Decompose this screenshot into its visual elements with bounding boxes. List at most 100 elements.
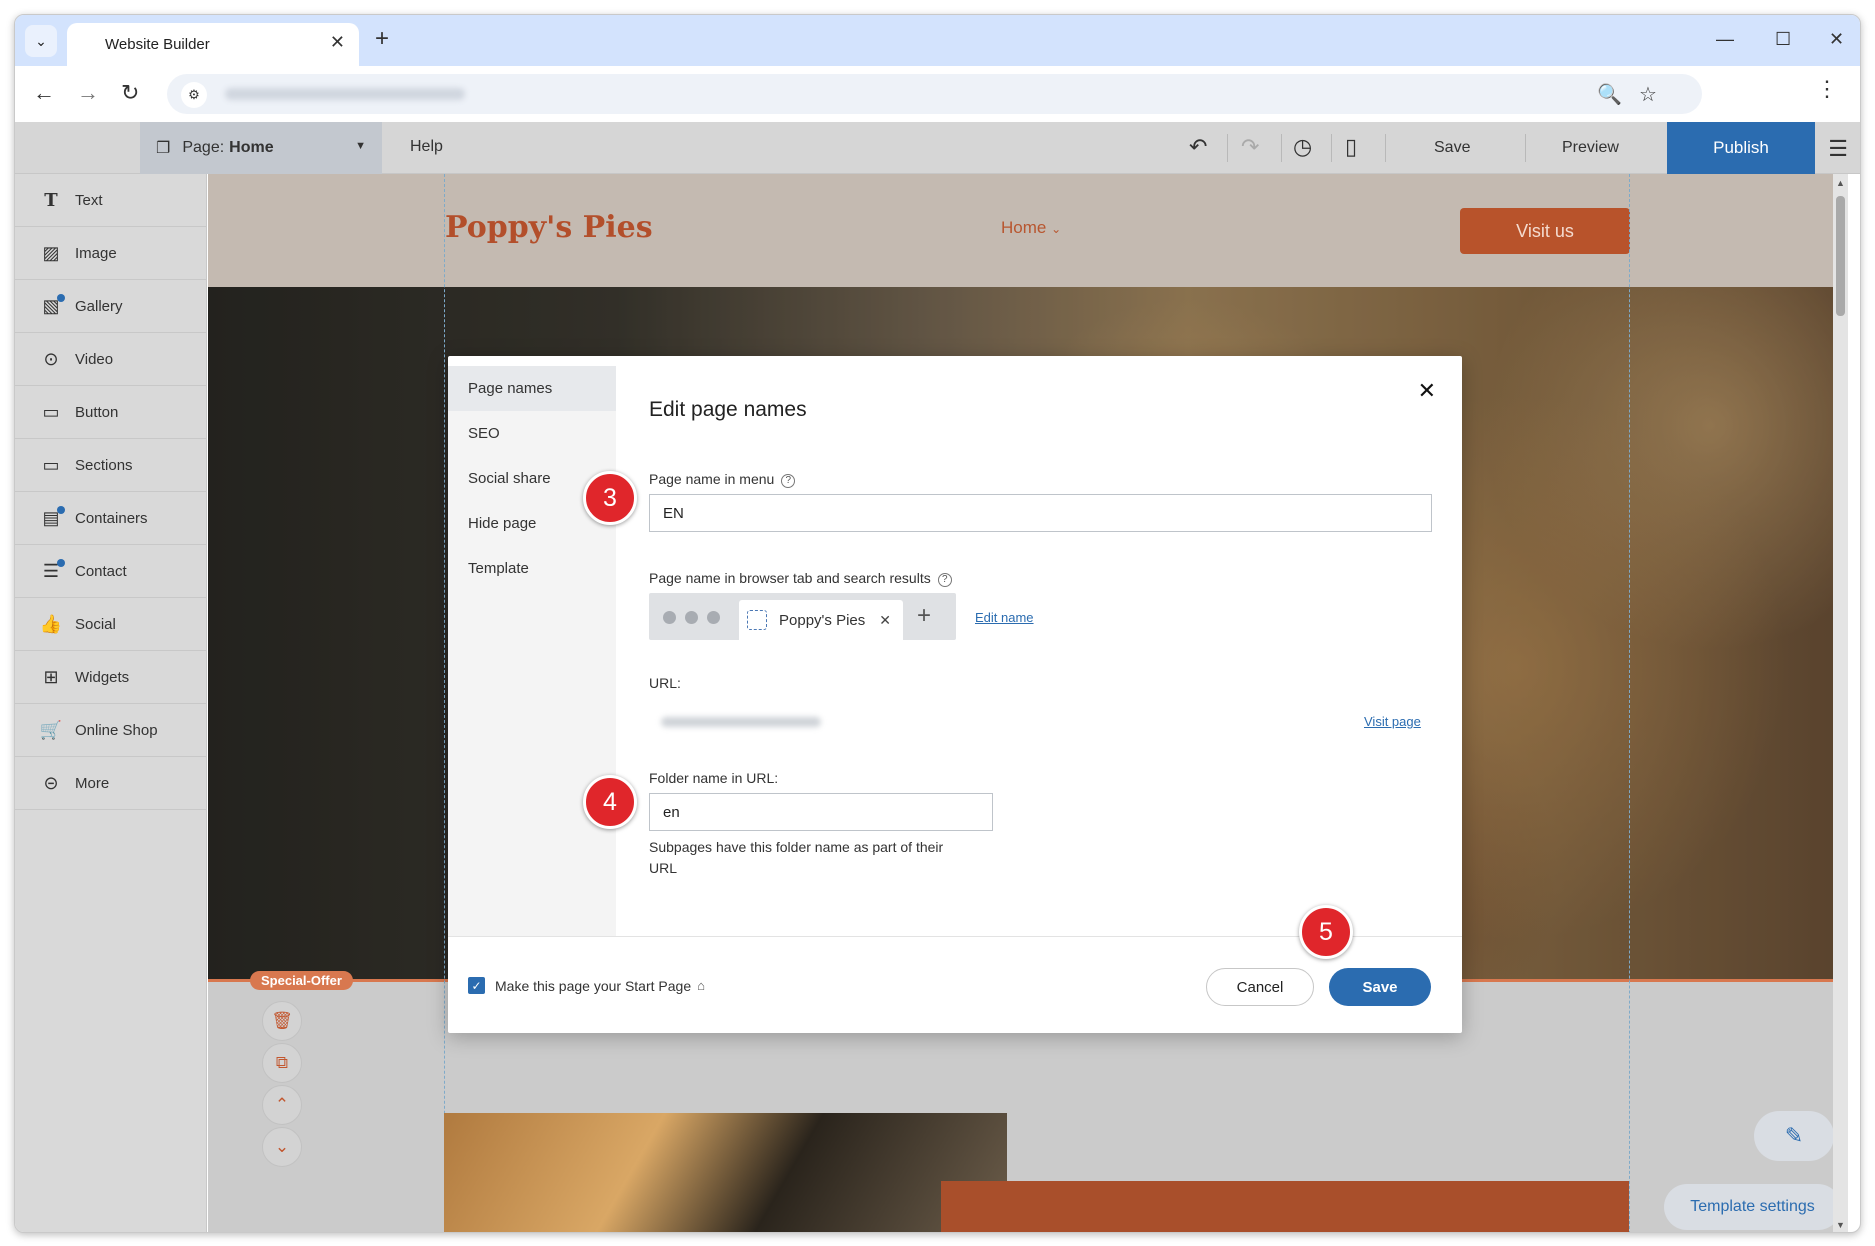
site-logo[interactable]: Poppy's Pies (445, 210, 653, 245)
dialog-nav: Page names SEO Social share Hide page Te… (448, 366, 616, 936)
scroll-down-icon[interactable]: ▼ (1836, 1220, 1845, 1230)
preview-button[interactable]: Preview (1562, 139, 1619, 157)
site-nav-home-label: Home (1001, 218, 1047, 237)
sidebar-item-gallery[interactable]: ▧ Gallery (15, 280, 206, 333)
minimize-icon[interactable]: — (1716, 29, 1734, 50)
sidebar-item-label: Video (75, 350, 114, 368)
gallery-icon: ▧ (37, 293, 65, 317)
reload-icon[interactable]: ↻ (121, 80, 139, 106)
mobile-view-icon[interactable]: ▯ (1345, 134, 1357, 160)
sections-icon: ▭ (42, 454, 60, 475)
zoom-icon[interactable]: 🔍 (1597, 82, 1622, 107)
dialog-tab-seo[interactable]: SEO (448, 411, 616, 456)
cancel-button[interactable]: Cancel (1206, 968, 1314, 1006)
hamburger-menu-icon[interactable]: ☰ (1828, 136, 1848, 162)
delete-section-icon[interactable]: 🗑 (262, 1001, 302, 1041)
page-selector[interactable]: ❐ Page: Home ▼ (140, 122, 382, 174)
new-tab-icon[interactable]: + (375, 27, 389, 51)
sidebar-item-containers[interactable]: ▤ Containers (15, 492, 206, 545)
sidebar-item-online-shop[interactable]: 🛒 Online Shop (15, 704, 206, 757)
widgets-icon: ⊞ (43, 666, 59, 687)
bookmark-star-icon[interactable]: ☆ (1639, 82, 1657, 107)
scroll-thumb[interactable] (1836, 196, 1845, 316)
home-icon: ⌂ (697, 978, 705, 993)
start-page-checkbox[interactable]: ✓ Make this page your Start Page ⌂ (468, 977, 705, 994)
sidebar-item-more[interactable]: ⊝ More (15, 757, 206, 810)
folder-name-input[interactable] (649, 793, 993, 831)
address-bar[interactable]: ⚙ 🔍 ☆ (167, 74, 1702, 114)
canvas-scrollbar[interactable]: ▲ ▼ (1833, 174, 1848, 1232)
dialog-save-button[interactable]: Save (1329, 968, 1431, 1006)
sidebar-item-widgets[interactable]: ⊞ Widgets (15, 651, 206, 704)
window-close-icon[interactable]: ✕ (1829, 29, 1844, 50)
sidebar-item-label: Gallery (75, 297, 123, 315)
orange-block[interactable] (941, 1181, 1629, 1232)
page-selector-label: Page: (182, 139, 225, 156)
move-up-icon[interactable]: ⌃ (262, 1085, 302, 1125)
maximize-icon[interactable]: ☐ (1775, 29, 1791, 50)
tab-close-icon[interactable]: ✕ (330, 32, 345, 53)
sidebar-item-label: Image (75, 244, 117, 262)
dialog-tab-page-names[interactable]: Page names (448, 366, 616, 411)
browser-tab-name-label: Page name in browser tab and search resu… (649, 570, 952, 587)
save-button[interactable]: Save (1434, 139, 1470, 157)
redo-icon[interactable]: ↷ (1241, 134, 1259, 160)
forward-icon[interactable]: → (77, 80, 99, 106)
visit-page-link[interactable]: Visit page (1364, 714, 1421, 729)
step-marker-5: 5 (1299, 905, 1353, 959)
sidebar-item-video[interactable]: ⊙ Video (15, 333, 206, 386)
browser-menu-icon[interactable]: ⋮ (1816, 78, 1838, 100)
sidebar-item-text[interactable]: T Text (15, 174, 206, 227)
close-icon[interactable]: ✕ (1418, 378, 1436, 404)
toolbar-divider (1281, 134, 1282, 162)
help-icon[interactable]: ? (781, 474, 796, 488)
site-info-icon[interactable]: ⚙ (181, 82, 207, 108)
pie-photo[interactable] (444, 1113, 1007, 1232)
duplicate-section-icon[interactable]: ⧉ (262, 1043, 302, 1083)
tab-search-button[interactable]: ⌄ (25, 25, 57, 57)
template-settings-button[interactable]: Template settings (1664, 1184, 1841, 1230)
menu-name-input[interactable] (649, 494, 1432, 532)
sidebar-item-contact[interactable]: ☰ Contact (15, 545, 206, 598)
sidebar-item-label: Widgets (75, 668, 130, 686)
sidebar-item-label: Contact (75, 562, 127, 580)
browser-tab[interactable]: Website Builder ✕ (67, 23, 359, 66)
text-icon: T (44, 189, 58, 211)
visit-us-button[interactable]: Visit us (1460, 208, 1630, 254)
section-badge[interactable]: Special-Offer (250, 971, 353, 990)
layout-guide-left (444, 174, 445, 1232)
menu-name-label-text: Page name in menu (649, 471, 775, 487)
back-icon[interactable]: ← (33, 80, 55, 106)
url-label: URL: (649, 675, 681, 691)
sidebar-item-label: Social (75, 615, 116, 633)
toolbar-divider (1227, 134, 1228, 162)
move-down-icon[interactable]: ⌄ (262, 1127, 302, 1167)
help-icon[interactable]: ? (937, 573, 952, 587)
sidebar-item-image[interactable]: ▨ Image (15, 227, 206, 280)
undo-icon[interactable]: ↶ (1189, 134, 1207, 160)
sidebar-item-social[interactable]: 👍 Social (15, 598, 206, 651)
sidebar-item-label: Text (75, 191, 103, 209)
more-icon: ⊝ (43, 772, 59, 793)
sidebar-item-sections[interactable]: ▭ Sections (15, 439, 206, 492)
sidebar-item-label: More (75, 774, 110, 792)
scroll-up-icon[interactable]: ▲ (1836, 178, 1845, 188)
dialog-title: Edit page names (649, 398, 807, 421)
folder-name-label: Folder name in URL: (649, 770, 779, 786)
design-icon[interactable]: ✎ (1754, 1111, 1834, 1161)
checkbox-checked-icon[interactable]: ✓ (468, 977, 485, 994)
site-header[interactable]: Poppy's Pies Home ⌄ Visit us (208, 174, 1848, 287)
preview-tab-title: Poppy's Pies (779, 611, 866, 629)
dialog-tab-template[interactable]: Template (448, 546, 616, 591)
edit-name-link[interactable]: Edit name (975, 610, 1034, 625)
help-menu[interactable]: Help (410, 138, 443, 156)
history-icon[interactable]: ◷ (1293, 134, 1312, 160)
site-nav-home[interactable]: Home ⌄ (1001, 218, 1061, 238)
browser-window: ⌄ Website Builder ✕ + — ☐ ✕ ← → ↻ ⚙ 🔍 ☆ … (14, 14, 1861, 1233)
sidebar-item-button[interactable]: ▭ Button (15, 386, 206, 439)
sidebar-item-label: Sections (75, 456, 133, 474)
publish-button[interactable]: Publish (1667, 122, 1815, 174)
video-icon: ⊙ (43, 348, 59, 369)
sidebar-item-label: Button (75, 403, 119, 421)
url-text-blurred (225, 88, 465, 100)
